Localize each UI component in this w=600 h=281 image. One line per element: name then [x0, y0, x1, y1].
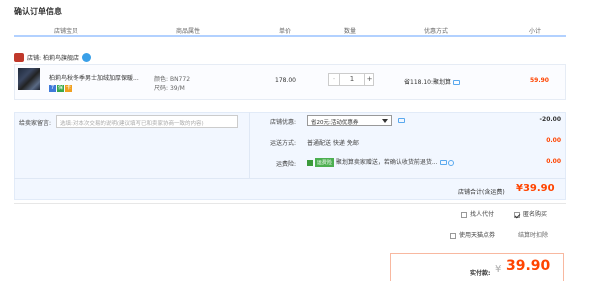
size-value: 39/M: [169, 85, 185, 92]
anonymous-label: 匿名购买: [523, 211, 548, 218]
store-discount-selected: 省20元:活动优惠券: [311, 120, 359, 126]
message-icon[interactable]: [398, 118, 405, 123]
product-thumbnail[interactable]: [18, 68, 40, 90]
promo-info: 省118.10:聚划算: [404, 77, 461, 86]
points-note: 结算时扣除: [518, 232, 549, 239]
quantity-input[interactable]: 1: [340, 74, 364, 85]
message-icon[interactable]: [439, 160, 447, 165]
quantity-stepper: - 1 +: [328, 73, 374, 86]
quantity-increase-button[interactable]: +: [364, 74, 374, 85]
shop-icon: [14, 53, 24, 62]
chevron-down-icon: [382, 119, 388, 123]
section-title: 确认订单信息: [14, 7, 62, 16]
help-icon[interactable]: [447, 159, 454, 166]
table-header: 店铺宝贝 商品属性 单价 数量 优惠方式 小计: [14, 23, 566, 37]
final-amount-label: 实付款:: [470, 270, 491, 277]
item-subtotal: 59.90: [530, 77, 549, 84]
tmall-points-checkbox[interactable]: [450, 232, 456, 239]
unit-price: 178.00: [275, 77, 296, 84]
product-name-link[interactable]: 柏莉鸟秋冬季男士加绒加厚保暖...: [49, 73, 159, 82]
shop-label: 店铺:: [27, 55, 42, 62]
proxy-pay-option[interactable]: 找人代付: [461, 209, 494, 218]
proxy-pay-checkbox[interactable]: [461, 211, 467, 218]
insurance-tag: 运费险: [314, 158, 334, 167]
divider: [14, 203, 566, 204]
shipping-method: 普通配送 快递 免邮: [307, 140, 359, 147]
col-discount: 优惠方式: [424, 28, 449, 35]
divider: [14, 178, 566, 179]
tmall-points-option[interactable]: 使用天猫点券: [450, 230, 495, 239]
quantity-decrease-button[interactable]: -: [329, 74, 340, 85]
divider: [249, 112, 250, 178]
card-payment-icon[interactable]: 卡: [65, 85, 72, 92]
store-discount-select[interactable]: 省20元:活动优惠券: [307, 115, 392, 126]
currency-symbol: ¥: [495, 264, 502, 275]
message-icon[interactable]: [453, 80, 461, 85]
color-value: BN772: [169, 76, 191, 83]
shop-name-link[interactable]: 柏莉鸟旗舰店: [43, 53, 79, 62]
color-attribute: 颜色: BN772: [154, 74, 190, 83]
insurance-label: 运费险:: [276, 161, 297, 168]
shipping-label: 运送方式:: [270, 140, 297, 147]
col-quantity: 数量: [344, 28, 357, 35]
store-total-label: 店铺合计(含运费): [458, 189, 505, 196]
size-attribute: 尺码: 39/M: [154, 83, 185, 92]
shipping-insurance-row: 运费险 聚划算卖家赠送，若确认收货前退货...: [307, 157, 454, 167]
col-subtotal: 小计: [529, 28, 542, 35]
tmall-points-label: 使用天猫点券: [459, 232, 496, 239]
proxy-pay-label: 找人代付: [470, 211, 495, 218]
insurance-text: 聚划算卖家赠送，若确认收货前退货...: [335, 159, 438, 166]
service-badges: 7保卡: [49, 84, 73, 92]
col-unit-price: 单价: [279, 28, 292, 35]
color-label: 颜色:: [154, 76, 169, 83]
size-label: 尺码:: [154, 85, 169, 92]
guarantee-icon[interactable]: 保: [57, 85, 64, 92]
wangwang-chat-icon[interactable]: [82, 53, 92, 62]
shipping-cost: 0.00: [546, 137, 561, 144]
store-total-value: ¥39.90: [516, 183, 555, 194]
message-label: 给卖家留言:: [19, 120, 52, 127]
seven-day-return-icon[interactable]: 7: [49, 85, 56, 92]
col-shop-item: 店铺宝贝: [54, 28, 79, 35]
store-discount-value: -20.00: [539, 116, 561, 123]
final-amount-value: 39.90: [506, 258, 551, 274]
anonymous-option[interactable]: 匿名购买: [514, 209, 547, 218]
col-attributes: 商品属性: [176, 28, 201, 35]
insurance-checkbox[interactable]: [307, 159, 313, 166]
insurance-cost: 0.00: [546, 158, 561, 165]
store-discount-label: 店铺优惠:: [270, 119, 297, 126]
anonymous-checkbox[interactable]: [514, 211, 520, 218]
promo-text: 省118.10:聚划算: [404, 79, 452, 86]
seller-message-input[interactable]: 选填:对本次交易的说明(建议填写已和卖家协商一致的内容): [56, 115, 238, 128]
